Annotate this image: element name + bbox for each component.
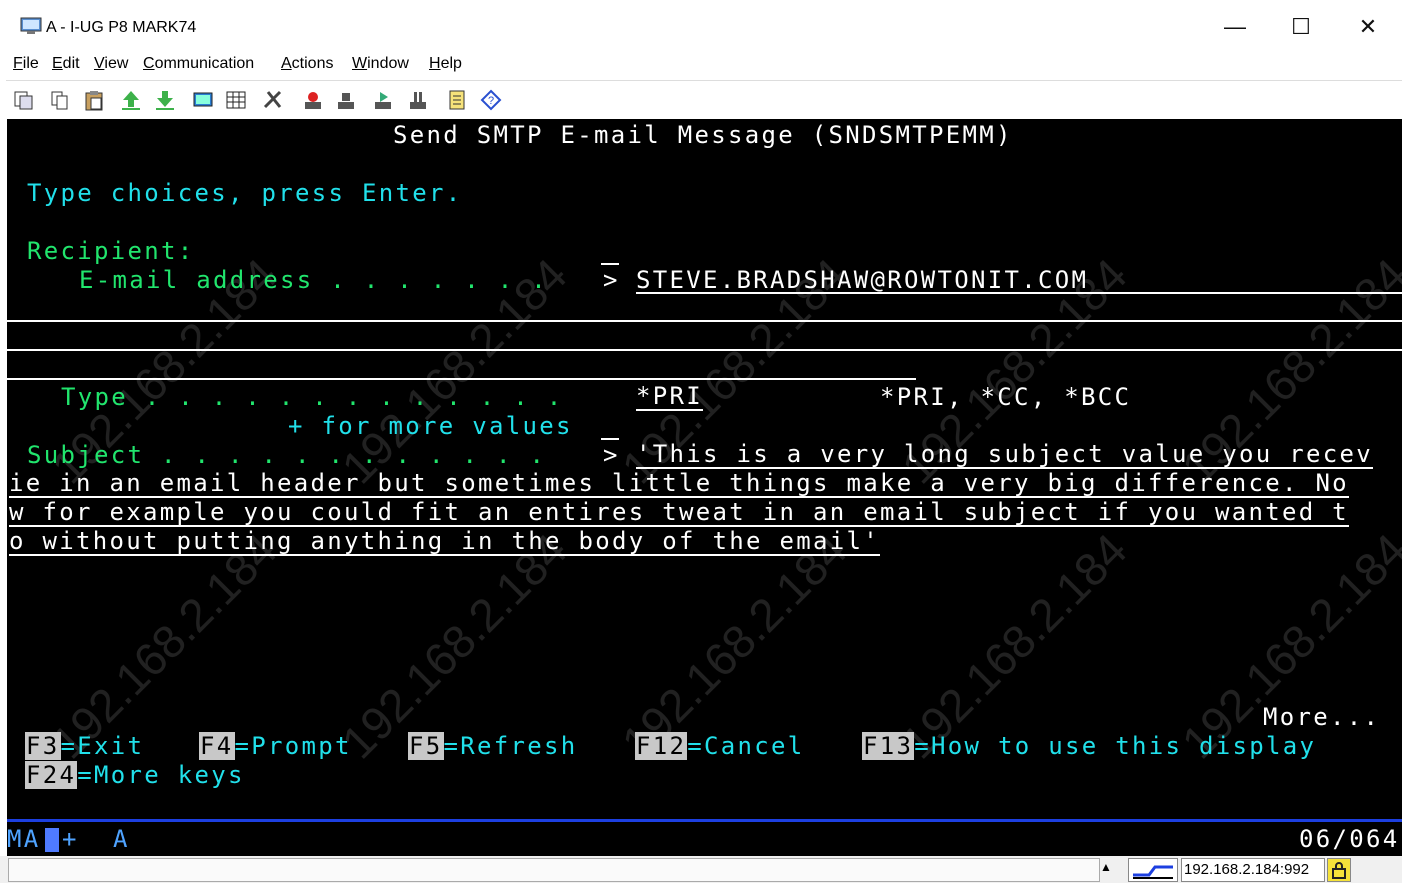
fkey-f24-key: F24 (25, 761, 78, 789)
fkey-f13-key: F13 (862, 732, 915, 760)
menu-file[interactable]: File (13, 55, 39, 73)
fkey-f24[interactable]: F24=More keys (25, 761, 245, 789)
instructions-text: Type choices, press Enter. (27, 179, 463, 207)
subject-prompt-indicator: > (603, 441, 620, 469)
minimize-button[interactable]: — (1205, 10, 1265, 44)
macro-icon[interactable] (262, 89, 284, 111)
email-input-underline-1 (636, 292, 1402, 294)
terminal-app-icon (20, 17, 42, 35)
oia-session: A (113, 825, 130, 853)
subject-label: Subject . . . . . . . . . . . . (27, 441, 563, 469)
screen-heading: Send SMTP E-mail Message (SNDSMTPEMM) (393, 121, 1013, 149)
notes-icon[interactable] (446, 89, 468, 111)
email-prompt-underline (601, 263, 619, 265)
fkey-f3-key: F3 (25, 732, 61, 760)
receive-file-icon[interactable] (154, 89, 176, 111)
maximize-button[interactable]: ☐ (1271, 10, 1331, 44)
subject-input-line-2[interactable]: ie in an email header but sometimes litt… (9, 470, 1349, 498)
email-input-underline-2 (7, 320, 1402, 322)
menu-window[interactable]: Window (352, 55, 409, 73)
oia-cursor-block (45, 828, 59, 852)
fkey-f5-label: =Refresh (443, 732, 578, 760)
more-indicator: More... (1263, 703, 1381, 731)
fkey-f12-label: =Cancel (687, 732, 805, 760)
keypad-icon[interactable] (225, 89, 247, 111)
terminal-screen[interactable]: 192.168.2.184 192.168.2.184 192.168.2.18… (7, 119, 1402, 819)
status-message-area (8, 858, 1100, 882)
type-input[interactable]: *PRI (636, 383, 703, 411)
copy-icon[interactable] (12, 89, 34, 111)
more-values-label: + for more values (288, 412, 573, 440)
fkey-f4-key: F4 (199, 732, 235, 760)
menu-edit[interactable]: Edit (52, 55, 80, 73)
toolbar: ? (6, 80, 1402, 119)
oia-plus: + (62, 825, 79, 853)
oia-status: MA (7, 825, 41, 853)
stop-icon[interactable] (335, 89, 357, 111)
ssl-lock-icon (1327, 858, 1351, 882)
menu-bar: File Edit View Communication Actions Win… (0, 50, 1402, 78)
window-title: A - I-UG P8 MARK74 (46, 19, 197, 36)
play-icon[interactable] (372, 89, 394, 111)
menu-view[interactable]: View (94, 55, 128, 73)
email-address-label: E-mail address . . . . . . . (79, 266, 565, 294)
cursor-position: 06/064 (1299, 825, 1400, 853)
email-input-underline-4 (7, 378, 916, 380)
fkey-f13-label: =How to use this display (914, 732, 1317, 760)
fkey-f13[interactable]: F13=How to use this display (862, 732, 1316, 760)
display-icon[interactable] (192, 89, 214, 111)
paste-icon[interactable] (83, 89, 105, 111)
fkey-f5-key: F5 (408, 732, 444, 760)
host-address: 192.168.2.184:992 (1181, 858, 1325, 882)
fkey-f12[interactable]: F12=Cancel (635, 732, 805, 760)
copy-append-icon[interactable] (49, 89, 71, 111)
email-address-input[interactable]: STEVE.BRADSHAW@ROWTONIT.COM (636, 266, 1088, 294)
fkey-f24-label: =More keys (77, 761, 245, 789)
pause-icon[interactable] (407, 89, 429, 111)
subject-prompt-underline (601, 438, 619, 440)
subject-input-line-1[interactable]: 'This is a very long subject value you r… (636, 441, 1373, 469)
more-values-input[interactable]: _ (601, 412, 618, 440)
fkey-f12-key: F12 (635, 732, 688, 760)
type-label: Type . . . . . . . . . . . . . (61, 383, 581, 411)
connection-icon (1128, 858, 1178, 882)
title-bar: A - I-UG P8 MARK74 — ☐ ✕ (0, 0, 1402, 50)
menu-actions[interactable]: Actions (281, 55, 333, 73)
operator-info-area: MA + A 06/064 (7, 822, 1402, 856)
record-icon[interactable] (302, 89, 324, 111)
type-choices: *PRI, *CC, *BCC (880, 383, 1132, 411)
email-prompt-indicator: > (603, 266, 620, 294)
email-input-underline-3 (7, 349, 1402, 351)
fkey-f3[interactable]: F3=Exit (25, 732, 144, 760)
menu-help[interactable]: Help (429, 55, 462, 73)
subject-input-line-4[interactable]: o without putting anything in the body o… (9, 528, 880, 556)
send-file-icon[interactable] (120, 89, 142, 111)
svg-text:?: ? (488, 95, 494, 107)
recipient-label: Recipient: (27, 237, 195, 265)
menu-communication[interactable]: Communication (143, 55, 254, 73)
scroll-up-icon[interactable]: ▲ (1100, 860, 1112, 874)
close-button[interactable]: ✕ (1338, 10, 1398, 44)
help-icon[interactable]: ? (480, 89, 502, 111)
fkey-f4-label: =Prompt (234, 732, 352, 760)
fkey-f4[interactable]: F4=Prompt (199, 732, 352, 760)
subject-input-line-3[interactable]: w for example you could fit an entires t… (9, 499, 1349, 527)
fkey-f3-label: =Exit (60, 732, 145, 760)
fkey-f5[interactable]: F5=Refresh (408, 732, 578, 760)
